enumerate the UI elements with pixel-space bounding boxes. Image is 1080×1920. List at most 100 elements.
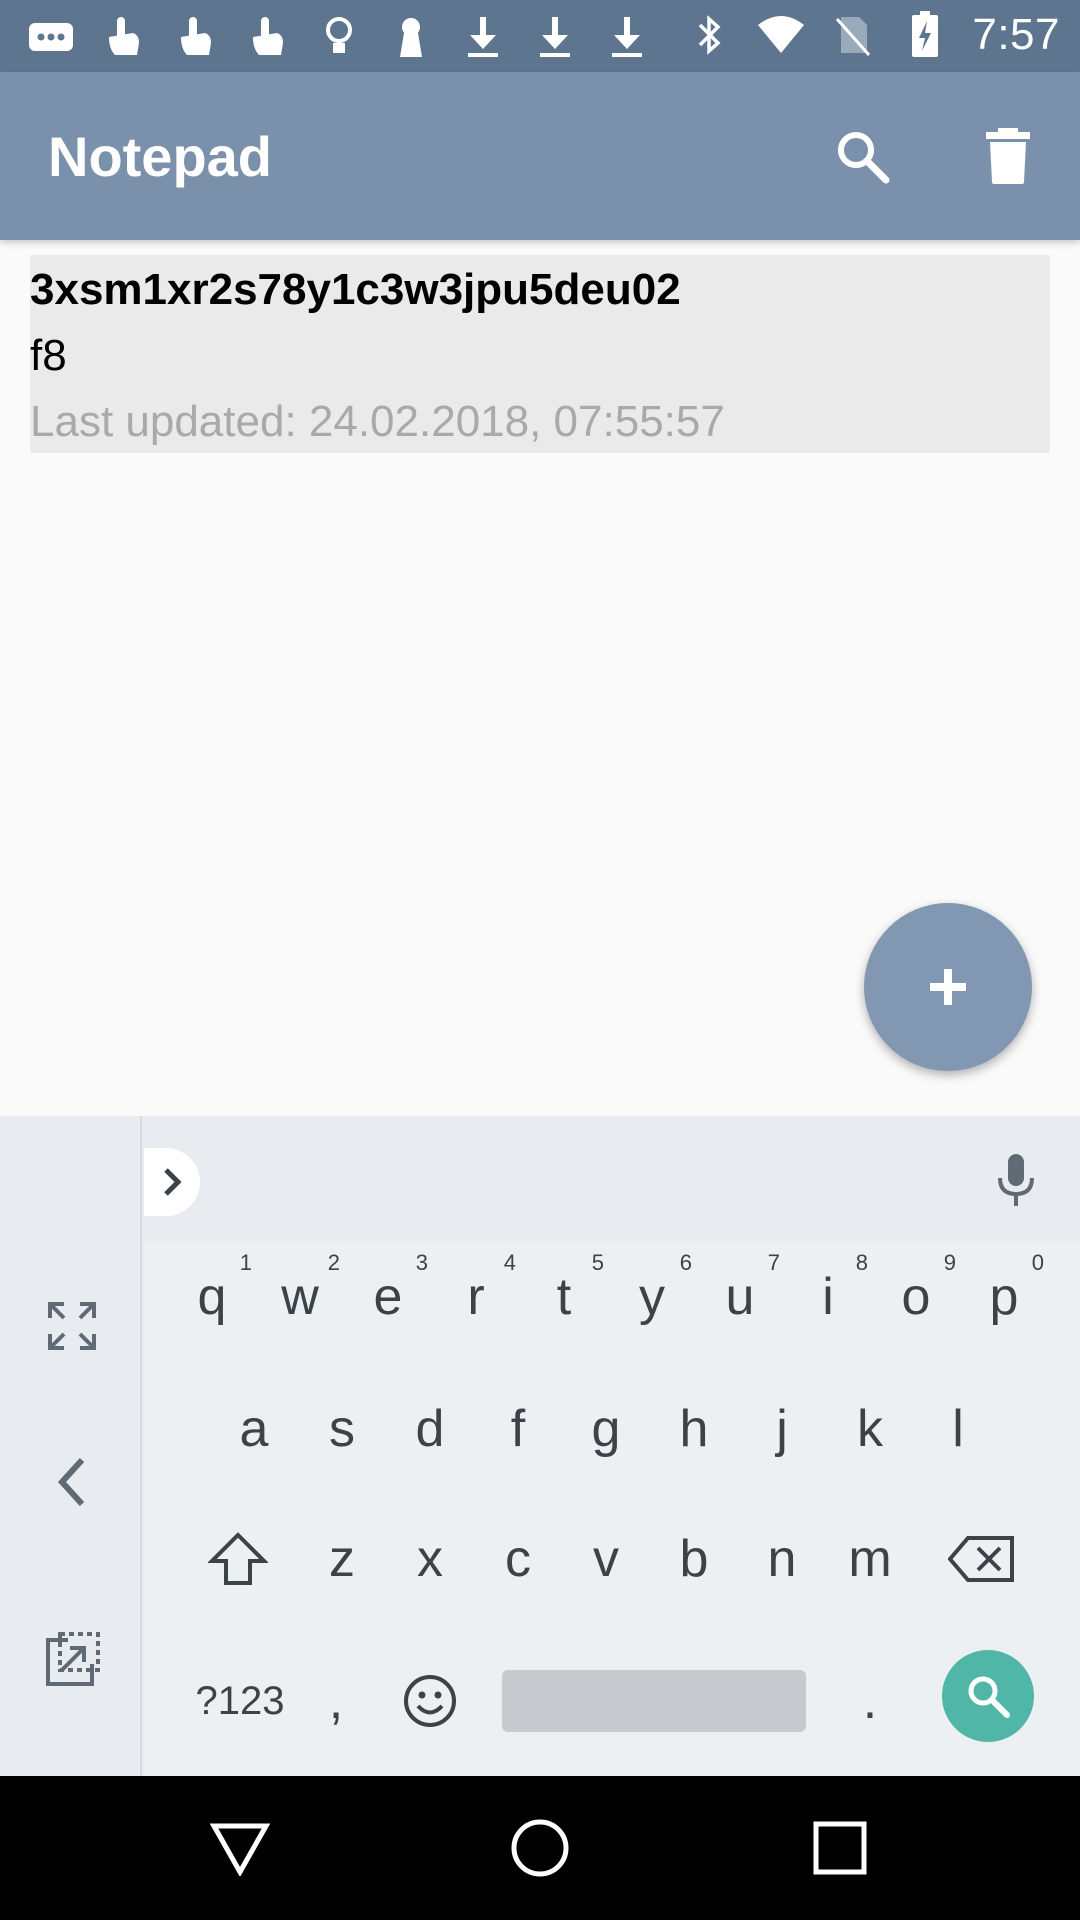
microphone-icon [998, 1154, 1034, 1206]
note-body: f8 [30, 331, 67, 380]
shift-icon [208, 1532, 268, 1585]
app-bar: Notepad [0, 72, 1080, 240]
suggestion-expand-button[interactable] [144, 1148, 200, 1216]
key-b[interactable]: b [650, 1504, 738, 1614]
keyboard-back-button[interactable] [36, 1446, 108, 1518]
key-n[interactable]: n [738, 1504, 826, 1614]
key-s[interactable]: s [298, 1374, 386, 1484]
key-hint: 3 [415, 1250, 428, 1275]
key-hint: 6 [679, 1250, 692, 1275]
key-p[interactable]: p0 [960, 1242, 1048, 1352]
key-hint: 1 [239, 1250, 252, 1275]
key-m[interactable]: m [826, 1504, 914, 1614]
expand-icon [48, 1302, 96, 1350]
status-time: 7:57 [972, 10, 1060, 59]
keyboard-side-panel [0, 1116, 142, 1776]
fullscreen-keyboard-button[interactable] [36, 1290, 108, 1362]
key-label: w [281, 1268, 319, 1326]
symbols-key[interactable]: ?123 [184, 1646, 296, 1756]
plus-icon [930, 969, 966, 1005]
keyboard-search-key[interactable] [942, 1650, 1034, 1742]
soft-keyboard: q1 w2 e3 r4 t5 y6 u7 i8 o9 p0 a s d f g … [0, 1116, 1080, 1776]
key-y[interactable]: y6 [608, 1242, 696, 1352]
no-sim-icon [828, 12, 878, 58]
key-label: y [639, 1268, 665, 1326]
touch-icon [170, 14, 220, 60]
key-c[interactable]: c [474, 1504, 562, 1614]
key-label: r [467, 1268, 485, 1326]
note-title: 3xsm1xr2s78y1c3w3jpu5deu02 [30, 265, 681, 314]
key-e[interactable]: e3 [344, 1242, 432, 1352]
key-w[interactable]: w2 [256, 1242, 344, 1352]
key-o[interactable]: o9 [872, 1242, 960, 1352]
shift-key[interactable] [188, 1504, 288, 1614]
space-key[interactable] [502, 1670, 806, 1732]
backspace-key[interactable] [932, 1504, 1032, 1614]
key-hint: 7 [767, 1250, 780, 1275]
note-last-updated: Last updated: 24.02.2018, 07:55:57 [30, 397, 725, 446]
home-icon [511, 1819, 569, 1877]
download-icon [458, 14, 508, 60]
note-list-item[interactable]: 3xsm1xr2s78y1c3w3jpu5deu02 f8 Last updat… [30, 255, 1050, 453]
key-r[interactable]: r4 [432, 1242, 520, 1352]
key-i[interactable]: i8 [784, 1242, 872, 1352]
message-icon [26, 14, 76, 60]
delete-button[interactable] [972, 120, 1044, 192]
nav-home-button[interactable] [504, 1812, 576, 1884]
key-z[interactable]: z [298, 1504, 386, 1614]
emoji-key[interactable] [386, 1646, 474, 1756]
period-key[interactable]: . [830, 1646, 910, 1756]
chevron-left-icon [57, 1457, 85, 1507]
backspace-icon [948, 1536, 1014, 1582]
download-icon [602, 14, 652, 60]
search-icon [838, 132, 890, 184]
key-hint: 8 [855, 1250, 868, 1275]
key-h[interactable]: h [650, 1374, 738, 1484]
key-hint: 2 [327, 1250, 340, 1275]
key-hint: 4 [503, 1250, 516, 1275]
search-button[interactable] [826, 120, 898, 192]
key-hint: 5 [591, 1250, 604, 1275]
system-icons: 7:57 [684, 10, 1060, 60]
key-label: q [197, 1268, 227, 1326]
back-icon [210, 1823, 270, 1876]
search-icon [968, 1676, 1010, 1718]
keyhole-icon [386, 14, 436, 60]
nav-recents-button[interactable] [804, 1812, 876, 1884]
status-bar: 7:57 [0, 0, 1080, 72]
key-g[interactable]: g [562, 1374, 650, 1484]
key-t[interactable]: t5 [520, 1242, 608, 1352]
floating-keyboard-button[interactable] [36, 1624, 108, 1696]
keyboard-keys: q1 w2 e3 r4 t5 y6 u7 i8 o9 p0 a s d f g … [144, 1242, 1080, 1776]
key-v[interactable]: v [562, 1504, 650, 1614]
key-j[interactable]: j [738, 1374, 826, 1484]
key-label: o [901, 1268, 931, 1326]
app-title: Notepad [48, 125, 272, 188]
key-label: p [989, 1268, 1019, 1326]
recents-icon [813, 1821, 867, 1875]
undock-icon [46, 1632, 100, 1686]
notification-icons [26, 14, 652, 60]
key-a[interactable]: a [210, 1374, 298, 1484]
delete-icon [986, 128, 1030, 184]
key-label: e [373, 1268, 403, 1326]
bulb-icon [314, 14, 364, 60]
key-label: i [822, 1268, 834, 1326]
key-l[interactable]: l [914, 1374, 1002, 1484]
navigation-bar [0, 1776, 1080, 1920]
key-label: t [556, 1268, 572, 1326]
nav-back-button[interactable] [204, 1812, 276, 1884]
touch-icon [242, 14, 292, 60]
key-k[interactable]: k [826, 1374, 914, 1484]
chevron-right-icon [164, 1168, 182, 1196]
comma-key[interactable]: , [296, 1646, 376, 1756]
key-f[interactable]: f [474, 1374, 562, 1484]
key-x[interactable]: x [386, 1504, 474, 1614]
touch-icon [98, 14, 148, 60]
key-hint: 9 [943, 1250, 956, 1275]
key-q[interactable]: q1 [168, 1242, 256, 1352]
key-u[interactable]: u7 [696, 1242, 784, 1352]
add-note-button[interactable] [864, 903, 1032, 1071]
key-d[interactable]: d [386, 1374, 474, 1484]
voice-input-button[interactable] [980, 1144, 1052, 1216]
